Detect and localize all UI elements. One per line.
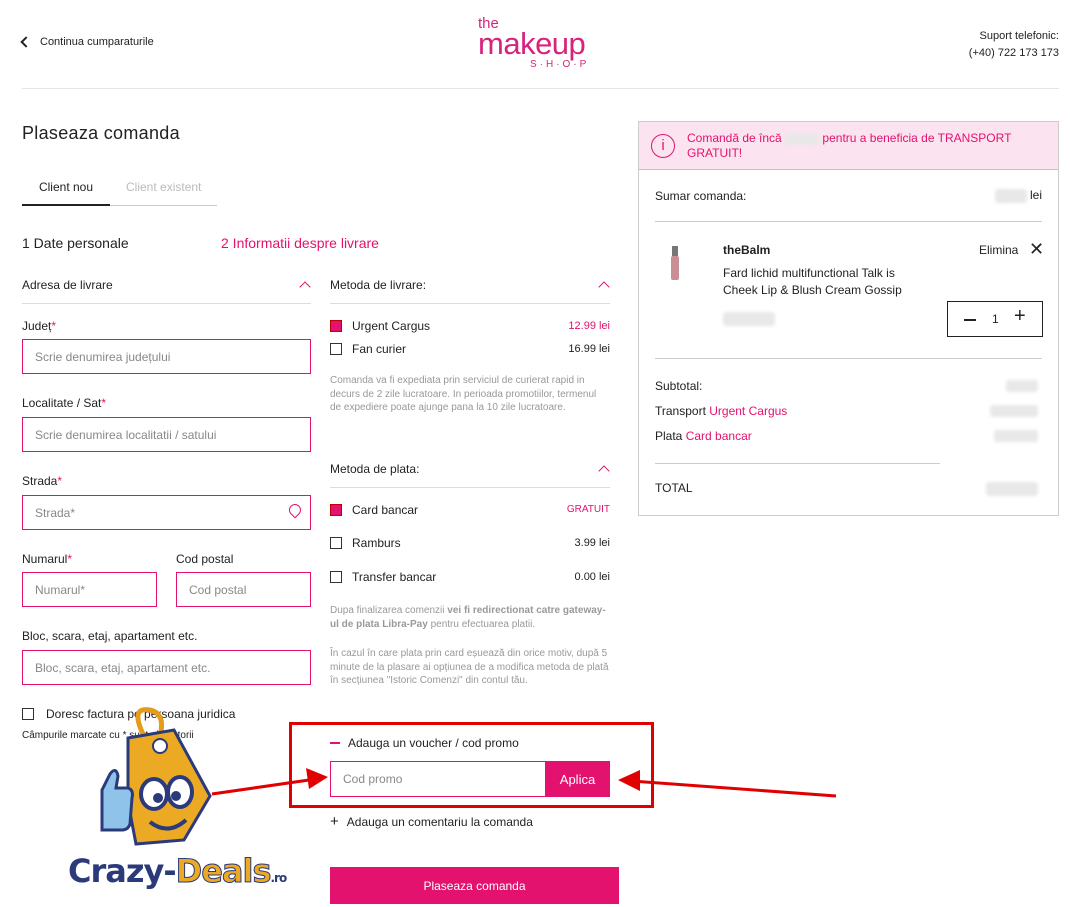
delivery-section-header[interactable]: Metoda de livrare: bbox=[330, 278, 610, 304]
address-section-header[interactable]: Adresa de livrare bbox=[22, 278, 311, 304]
continue-shopping-link[interactable]: Continua cumparaturile bbox=[20, 36, 154, 48]
bloc-field[interactable] bbox=[22, 650, 311, 685]
blurred-transport bbox=[990, 405, 1038, 417]
numarul-field[interactable] bbox=[22, 572, 157, 607]
step-delivery-info[interactable]: 2 Informatii despre livrare bbox=[221, 235, 379, 251]
apply-promo-button[interactable]: Aplica bbox=[545, 761, 610, 797]
arrow-right-line bbox=[631, 779, 837, 798]
payment-fail-note: În cazul în care plata prin card eșuează… bbox=[330, 648, 609, 686]
chevron-up-icon bbox=[598, 465, 610, 477]
codpostal-label: Cod postal bbox=[176, 552, 234, 566]
minus-icon[interactable] bbox=[964, 319, 976, 321]
numarul-label: Numarul* bbox=[22, 552, 73, 566]
checkbox-checked[interactable] bbox=[330, 504, 342, 516]
promo-code-input[interactable] bbox=[330, 761, 546, 797]
crazy-deals-mascot bbox=[88, 706, 228, 852]
judet-field[interactable] bbox=[22, 339, 311, 374]
customer-tabs: Client nou Client existent bbox=[22, 176, 217, 206]
quantity-stepper: 1 + bbox=[947, 301, 1043, 337]
localitate-label: Localitate / Sat* bbox=[22, 396, 107, 410]
price-cargus: 12.99 lei bbox=[568, 320, 610, 332]
blurred-plata bbox=[994, 430, 1038, 442]
delivery-option-cargus[interactable]: Urgent Cargus bbox=[330, 319, 430, 333]
chevron-up-icon bbox=[299, 281, 311, 293]
product-thumbnail[interactable] bbox=[669, 246, 681, 282]
subtotal-label: Subtotal: bbox=[655, 379, 703, 393]
strada-field[interactable] bbox=[22, 495, 311, 530]
payment-option-ramburs[interactable]: Ramburs bbox=[330, 536, 401, 550]
info-icon: i bbox=[651, 134, 675, 158]
price-card: GRATUIT bbox=[566, 504, 610, 515]
blurred-total bbox=[986, 482, 1038, 496]
quantity-value[interactable]: 1 bbox=[992, 312, 999, 326]
delivery-heading: Metoda de livrare: bbox=[330, 278, 427, 292]
strada-label: Strada* bbox=[22, 474, 63, 488]
checkbox[interactable] bbox=[330, 537, 342, 549]
price-fan: 16.99 lei bbox=[568, 343, 610, 355]
chevron-left-icon bbox=[20, 36, 32, 48]
blurred-product-price bbox=[723, 312, 775, 326]
step-personal-data[interactable]: 1 Date personale bbox=[22, 235, 129, 251]
support-phone[interactable]: (+40) 722 173 173 bbox=[969, 45, 1059, 62]
makeup-shop-logo[interactable]: the makeup S·H·O·P bbox=[478, 16, 608, 74]
support-contact: Suport telefonic: (+40) 722 173 173 bbox=[969, 28, 1059, 62]
tab-client-nou[interactable]: Client nou bbox=[22, 176, 110, 206]
crazy-deals-logo: Crazy-Deals.ro bbox=[68, 852, 287, 891]
plata-row: Plata Card bancar bbox=[655, 429, 752, 443]
total-label: TOTAL bbox=[655, 481, 693, 495]
payment-option-card[interactable]: Card bancar bbox=[330, 503, 418, 517]
checkbox[interactable] bbox=[330, 343, 342, 355]
plus-icon: + bbox=[330, 813, 339, 830]
payment-redirect-note: Dupa finalizarea comenzii vei fi redirec… bbox=[330, 605, 606, 630]
divider bbox=[655, 463, 940, 464]
support-label: Suport telefonic: bbox=[979, 30, 1060, 42]
payment-section-header[interactable]: Metoda de plata: bbox=[330, 462, 610, 488]
address-heading: Adresa de livrare bbox=[22, 278, 113, 292]
place-order-button[interactable]: Plaseaza comanda bbox=[330, 867, 619, 904]
close-icon[interactable]: ✕ bbox=[1029, 240, 1044, 258]
divider bbox=[655, 358, 1042, 359]
blurred-subtotal bbox=[1006, 380, 1038, 392]
delivery-option-fan[interactable]: Fan curier bbox=[330, 342, 406, 356]
divider bbox=[655, 221, 1042, 222]
tab-client-existent[interactable]: Client existent bbox=[126, 176, 201, 206]
minus-icon bbox=[330, 742, 340, 744]
transport-row: Transport Urgent Cargus bbox=[655, 404, 788, 418]
checkbox[interactable] bbox=[330, 571, 342, 583]
payment-option-transfer[interactable]: Transfer bancar bbox=[330, 570, 436, 584]
strada-wrapper bbox=[22, 495, 311, 530]
free-shipping-banner: i Comandă de încă pentru a beneficia de … bbox=[639, 122, 1058, 170]
price-ramburs: 3.99 lei bbox=[574, 537, 610, 549]
judet-label: Județ* bbox=[22, 319, 57, 333]
checkbox-checked[interactable] bbox=[330, 320, 342, 332]
voucher-toggle[interactable]: Adauga un voucher / cod promo bbox=[330, 736, 519, 750]
localitate-field[interactable] bbox=[22, 417, 311, 452]
order-summary-panel: i Comandă de încă pentru a beneficia de … bbox=[638, 121, 1059, 516]
invoice-checkbox[interactable] bbox=[22, 708, 34, 720]
summary-heading: Sumar comanda: bbox=[655, 189, 747, 203]
plus-icon[interactable]: + bbox=[1014, 305, 1026, 328]
chevron-up-icon bbox=[598, 281, 610, 293]
page-title: Plaseaza comanda bbox=[22, 123, 180, 143]
blurred-amount bbox=[785, 132, 820, 145]
codpostal-field[interactable] bbox=[176, 572, 311, 607]
remove-item-link[interactable]: Elimina bbox=[979, 243, 1018, 257]
summary-amount: lei bbox=[994, 188, 1042, 203]
bloc-label: Bloc, scara, etaj, apartament etc. bbox=[22, 629, 198, 643]
price-transfer: 0.00 lei bbox=[574, 571, 610, 583]
add-comment-toggle[interactable]: + Adauga un comentariu la comanda bbox=[330, 813, 533, 830]
payment-heading: Metoda de plata: bbox=[330, 462, 420, 476]
continue-shopping-label: Continua cumparaturile bbox=[40, 36, 154, 48]
product-name[interactable]: Fard lichid multifunctional Talk is Chee… bbox=[723, 265, 923, 299]
delivery-note: Comanda va fi expediata prin serviciul d… bbox=[330, 375, 597, 413]
product-brand[interactable]: theBalm bbox=[723, 243, 770, 257]
header-divider bbox=[22, 88, 1059, 89]
